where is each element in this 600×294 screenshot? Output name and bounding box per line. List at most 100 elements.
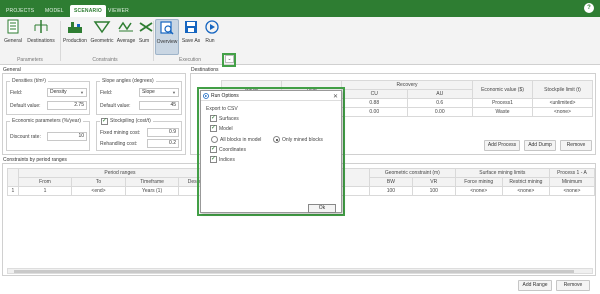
- economic-group: Economic parameters (%/year) Discount ra…: [6, 118, 90, 151]
- col-index: [7, 168, 19, 187]
- col-restrict: Restrict mining: [501, 177, 550, 187]
- col-recovery: Recovery: [341, 80, 473, 90]
- density-field-select[interactable]: Density ▼: [47, 88, 87, 97]
- overview-button[interactable]: Overview: [155, 19, 179, 55]
- surfaces-checkbox[interactable]: ✓: [210, 115, 217, 122]
- density-default-input[interactable]: 2.75: [47, 101, 87, 110]
- indices-checkbox[interactable]: ✓: [210, 156, 217, 163]
- coordinates-label: Coordinates: [219, 147, 246, 153]
- slope-default-label: Default value:: [100, 103, 131, 109]
- chevron-down-icon: ▼: [80, 90, 84, 95]
- col-au: AU: [406, 89, 473, 99]
- general-button[interactable]: General: [4, 19, 22, 44]
- model-checkbox[interactable]: ✓: [210, 125, 217, 132]
- cell-from[interactable]: 1: [17, 186, 73, 196]
- col-to: To: [71, 177, 126, 187]
- expand-highlight: [222, 53, 236, 67]
- ok-button[interactable]: Ok: [308, 204, 336, 213]
- rehandling-cost-label: Rehandling cost:: [100, 141, 138, 147]
- economic-title: Economic parameters (%/year): [10, 118, 83, 124]
- col-bw: BW: [369, 177, 413, 187]
- run-label: Run: [205, 38, 215, 44]
- cell-cu[interactable]: 0.00: [341, 107, 408, 117]
- overview-search-icon: [158, 20, 176, 36]
- sum-button[interactable]: Sum: [137, 19, 153, 44]
- col-cu: CU: [341, 89, 408, 99]
- general-label: General: [4, 38, 22, 44]
- all-blocks-radio[interactable]: [211, 136, 218, 143]
- play-icon: [203, 19, 221, 35]
- scrollbar-thumb[interactable]: [14, 270, 574, 273]
- density-default-label: Default value:: [10, 103, 41, 109]
- parameters-group-label: Parameters: [17, 57, 43, 63]
- slope-title: Slope angles (degrees): [100, 78, 156, 84]
- tab-viewer[interactable]: VIEWER: [108, 5, 129, 17]
- geometric-button[interactable]: Geometric: [90, 19, 114, 44]
- destinations-button[interactable]: Destinations: [26, 19, 56, 44]
- production-label: Production: [63, 38, 87, 44]
- cell-timeframe[interactable]: Years (1): [124, 186, 180, 196]
- average-icon: [117, 19, 135, 35]
- cell-bw[interactable]: 100: [369, 186, 413, 196]
- tab-model[interactable]: MODEL: [45, 5, 64, 17]
- sum-label: Sum: [138, 38, 150, 44]
- tab-scenario[interactable]: SCENARIO: [70, 5, 106, 17]
- execution-group-label: Execution: [179, 57, 201, 63]
- production-button[interactable]: Production: [62, 19, 88, 44]
- run-button[interactable]: Run: [203, 19, 219, 44]
- stockpiling-checkbox[interactable]: ✓: [101, 118, 108, 125]
- cell-minimum[interactable]: <none>: [548, 186, 596, 196]
- help-icon[interactable]: ?: [584, 3, 594, 13]
- cell-stockpile[interactable]: <unlimited>: [532, 98, 593, 108]
- horizontal-scrollbar[interactable]: [7, 268, 593, 274]
- slope-field-label: Field:: [100, 90, 113, 96]
- average-button[interactable]: Average: [116, 19, 136, 44]
- cell-economic[interactable]: Process1: [472, 98, 533, 108]
- overview-label: Overview: [156, 39, 178, 45]
- densities-group: Densities (t/m³) Field: Density ▼ Default…: [6, 78, 90, 115]
- dialog-title-bar: Run Options ✕: [201, 91, 341, 101]
- col-stockpile: Stockpile limit (t): [532, 80, 593, 99]
- cell-cu[interactable]: 0.88: [341, 98, 408, 108]
- close-icon[interactable]: ✕: [333, 92, 338, 102]
- destinations-label: Destinations: [27, 38, 55, 44]
- slope-group: Slope angles (degrees) Field: Slope ▼ Def…: [96, 78, 182, 115]
- geometric-label: Geometric: [90, 38, 114, 44]
- cell-stockpile[interactable]: <none>: [532, 107, 593, 117]
- cell-to[interactable]: <end>: [71, 186, 126, 196]
- add-process-button[interactable]: Add Process: [484, 140, 520, 151]
- density-field-label: Field:: [10, 90, 23, 96]
- save-as-button[interactable]: Save As: [181, 19, 201, 44]
- discount-rate-label: Discount rate:: [10, 134, 41, 140]
- all-blocks-label: All blocks in model: [220, 137, 262, 143]
- cell-index: 1: [7, 186, 19, 196]
- densities-title: Densities (t/m³): [10, 78, 48, 84]
- col-force: Force mining: [454, 177, 503, 187]
- chevron-down-icon: ▼: [172, 90, 176, 95]
- cell-au[interactable]: 0.6: [406, 98, 473, 108]
- floppy-disk-icon: [182, 19, 200, 35]
- rehandling-cost-input[interactable]: 0.2: [147, 139, 179, 148]
- cell-force[interactable]: <none>: [454, 186, 503, 196]
- add-range-button[interactable]: Add Range: [518, 280, 552, 291]
- cell-economic[interactable]: Waste: [472, 107, 533, 117]
- cell-restrict[interactable]: <none>: [501, 186, 550, 196]
- remove-destination-button[interactable]: Remove: [560, 140, 592, 151]
- cell-vr[interactable]: 100: [411, 186, 456, 196]
- coordinates-checkbox[interactable]: ✓: [210, 146, 217, 153]
- slope-field-value: Slope: [142, 89, 155, 95]
- slope-default-input[interactable]: 45: [139, 101, 179, 110]
- only-mined-label: Only mined blocks: [282, 137, 323, 143]
- general-panel: Densities (t/m³) Field: Density ▼ Default…: [2, 73, 186, 155]
- remove-range-button[interactable]: Remove: [556, 280, 590, 291]
- only-mined-radio[interactable]: [273, 136, 280, 143]
- top-navigation-bar: PROJECTS MODEL SCENARIO VIEWER ?: [0, 0, 600, 17]
- run-options-icon: [203, 93, 209, 99]
- tab-projects[interactable]: PROJECTS: [6, 5, 34, 17]
- fixed-mining-cost-label: Fixed mining cost:: [100, 130, 141, 136]
- cell-au[interactable]: 0.00: [406, 107, 473, 117]
- slope-field-select[interactable]: Slope ▼: [139, 88, 179, 97]
- discount-rate-input[interactable]: 10: [47, 132, 87, 141]
- fixed-mining-cost-input[interactable]: 0.9: [147, 128, 179, 137]
- add-dump-button[interactable]: Add Dump: [524, 140, 556, 151]
